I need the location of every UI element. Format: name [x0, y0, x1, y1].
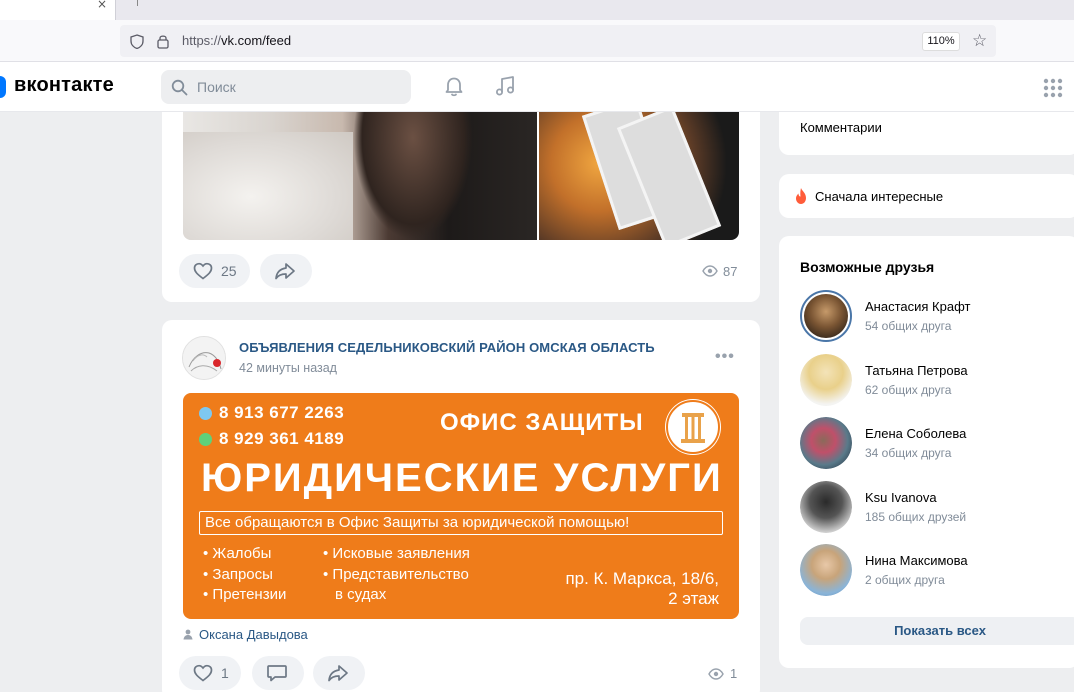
tab-strip: × — [0, 0, 1074, 20]
banner-service: • Претензии — [203, 586, 287, 603]
url-host: vk.com/feed — [221, 33, 292, 48]
vk-header: вконтакте — [0, 62, 1074, 112]
post-author-link[interactable]: Оксана Давыдова — [199, 627, 308, 642]
friend-mutual-count: 2 общих друга — [865, 573, 945, 587]
like-button[interactable]: 25 — [179, 254, 250, 288]
banner-service: • Представительство — [323, 566, 469, 583]
friend-mutual-count: 54 общих друга — [865, 319, 952, 333]
more-options-icon[interactable]: ••• — [715, 348, 735, 366]
bookmark-star-icon[interactable]: ☆ — [972, 31, 987, 51]
browser-navbar: https://vk.com/feed 110% ☆ — [0, 20, 1074, 62]
possible-friends-title[interactable]: Возможные друзья — [800, 259, 934, 275]
friend-suggestion[interactable]: Нина Максимова 2 общих друга — [800, 544, 1060, 600]
heart-icon — [193, 664, 213, 682]
friend-name[interactable]: Ksu Ivanova — [865, 490, 937, 505]
banner-service: в судах — [335, 586, 387, 603]
banner-tagline: Все обращаются в Офис Защиты за юридичес… — [199, 511, 723, 535]
banner-address-line: 2 этаж — [668, 589, 719, 608]
tab-close-icon[interactable]: × — [97, 0, 107, 10]
friend-suggestion[interactable]: Елена Соболева 34 общих друга — [800, 417, 1060, 473]
banner-address: пр. К. Маркса, 18/6, 2 этаж — [543, 569, 719, 609]
friend-mutual-count: 34 общих друга — [865, 446, 952, 460]
friend-name[interactable]: Татьяна Петрова — [865, 363, 968, 378]
filter-comments[interactable]: Комментарии — [800, 120, 882, 135]
search-input[interactable] — [197, 70, 397, 104]
photo-region — [183, 132, 353, 240]
post-photo[interactable] — [539, 112, 739, 240]
telegram-icon — [199, 407, 212, 420]
lock-icon[interactable] — [156, 33, 170, 49]
search-icon — [171, 79, 188, 96]
person-icon — [183, 629, 193, 640]
url-protocol: https:// — [182, 33, 222, 48]
friend-name[interactable]: Анастасия Крафт — [865, 299, 970, 314]
share-arrow-icon — [275, 263, 295, 280]
banner-office-name: ОФИС ЗАЩИТЫ — [440, 409, 644, 436]
possible-friends-card: Возможные друзья Анастасия Крафт 54 общи… — [779, 236, 1074, 668]
heart-icon — [193, 262, 213, 280]
friend-name[interactable]: Елена Соболева — [865, 426, 966, 441]
notifications-bell-icon[interactable] — [442, 74, 466, 98]
active-tab[interactable]: × — [0, 0, 116, 20]
comment-icon — [267, 665, 287, 682]
banner-title: ЮРИДИЧЕСКИЕ УСЛУГИ — [201, 456, 723, 500]
feed-post: ОБЪЯВЛЕНИЯ СЕДЕЛЬНИКОВСКИЙ РАЙОН ОМСКАЯ … — [162, 320, 760, 692]
banner-address-line: пр. К. Маркса, 18/6, — [565, 569, 719, 588]
photo-region — [353, 112, 473, 240]
fire-icon — [796, 188, 806, 204]
avatar[interactable] — [800, 354, 852, 406]
banner-service: • Запросы — [203, 566, 273, 583]
friend-suggestion[interactable]: Татьяна Петрова 62 общих друга — [800, 354, 1060, 410]
friend-suggestion[interactable]: Ksu Ivanova 185 общих друзей — [800, 481, 1060, 537]
friend-name[interactable]: Нина Максимова — [865, 553, 968, 568]
share-arrow-icon — [328, 665, 348, 682]
music-note-icon[interactable] — [493, 74, 517, 98]
tab-separator — [137, 0, 138, 6]
avatar[interactable] — [800, 481, 852, 533]
vk-logo-text[interactable]: вконтакте — [14, 74, 114, 97]
show-all-friends-button[interactable]: Показать всех — [800, 617, 1074, 645]
banner-service: • Жалобы — [203, 545, 272, 562]
ad-banner-image[interactable]: 8 913 677 2263 8 929 361 4189 ОФИС ЗАЩИТ… — [183, 393, 739, 619]
column-emblem-icon — [665, 399, 721, 455]
address-bar[interactable]: https://vk.com/feed 110% ☆ — [120, 25, 996, 57]
share-button[interactable] — [260, 254, 312, 288]
friend-mutual-count: 185 общих друзей — [865, 510, 967, 524]
feed-post: 25 87 — [162, 112, 760, 302]
group-avatar-image — [183, 337, 225, 379]
avatar[interactable] — [800, 544, 852, 596]
banner-phone: 8 913 677 2263 — [219, 403, 345, 422]
vk-logo-icon[interactable] — [0, 76, 6, 98]
search-box[interactable] — [161, 70, 411, 104]
share-button[interactable] — [313, 656, 365, 690]
post-timestamp[interactable]: 42 минуты назад — [239, 361, 337, 375]
like-button[interactable]: 1 — [179, 656, 241, 690]
post-photo[interactable] — [183, 112, 537, 240]
eye-icon — [702, 265, 718, 277]
like-count: 1 — [221, 665, 229, 681]
friend-mutual-count: 62 общих друга — [865, 383, 952, 397]
sort-interesting-label: Сначала интересные — [815, 189, 944, 204]
zoom-indicator[interactable]: 110% — [922, 32, 960, 51]
view-count: 87 — [723, 264, 738, 279]
avatar[interactable] — [800, 417, 852, 469]
comment-button[interactable] — [252, 656, 304, 690]
group-name-link[interactable]: ОБЪЯВЛЕНИЯ СЕДЕЛЬНИКОВСКИЙ РАЙОН ОМСКАЯ … — [239, 340, 655, 355]
banner-phone: 8 929 361 4189 — [219, 429, 345, 448]
like-count: 25 — [221, 263, 237, 279]
sidebar-filter-card: Комментарии — [779, 112, 1074, 155]
banner-service: • Исковые заявления — [323, 545, 470, 562]
view-count: 1 — [730, 666, 738, 681]
sidebar-sort-card[interactable]: Сначала интересные — [779, 174, 1074, 218]
shield-icon[interactable] — [130, 34, 144, 49]
apps-grid-icon[interactable] — [1043, 78, 1063, 98]
whatsapp-icon — [199, 433, 212, 446]
eye-icon — [708, 668, 724, 680]
url-text[interactable]: https://vk.com/feed — [182, 33, 291, 48]
group-avatar[interactable] — [182, 336, 226, 380]
avatar[interactable] — [800, 290, 852, 342]
friend-suggestion[interactable]: Анастасия Крафт 54 общих друга — [800, 290, 1060, 346]
